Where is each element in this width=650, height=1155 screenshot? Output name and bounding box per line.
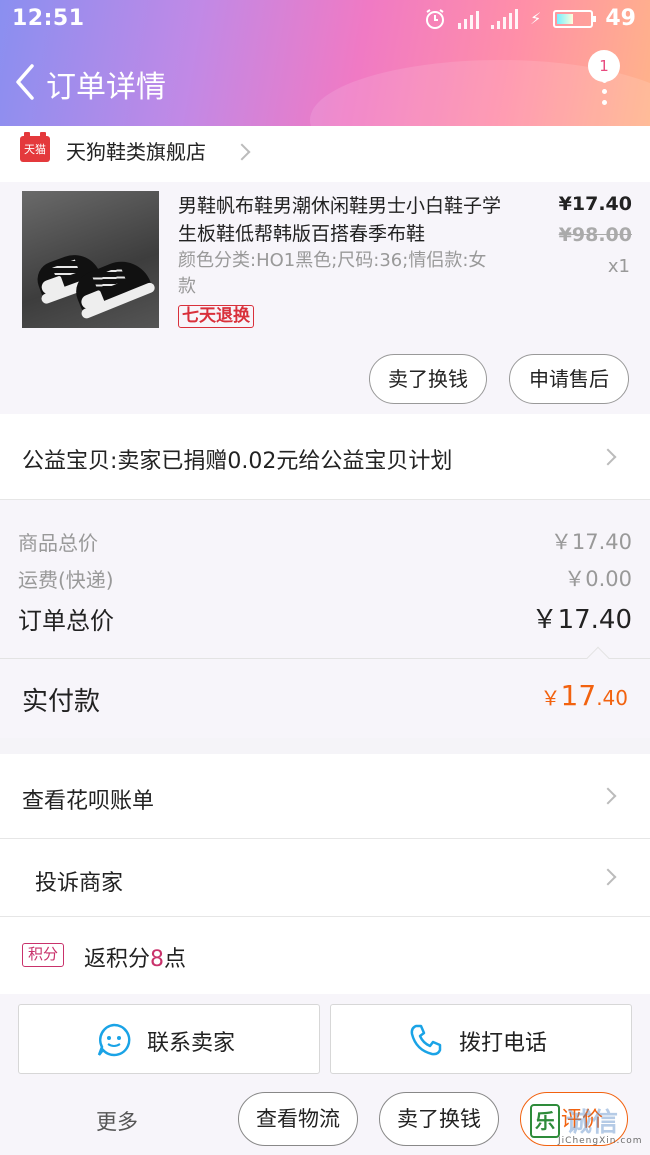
complain-seller-label: 投诉商家	[35, 871, 124, 896]
huabei-bill-row[interactable]: 查看花呗账单	[0, 754, 650, 838]
more-dots-icon	[602, 78, 608, 111]
shipping-label: 运费(快递)	[18, 568, 114, 592]
chat-bubble-icon	[97, 1023, 131, 1057]
view-logistics-button[interactable]: 查看物流	[238, 1092, 358, 1146]
goods-total-value: ￥17.40	[550, 530, 632, 554]
watermark-url: JiChengXin.com	[558, 1136, 643, 1146]
product-price: ¥17.40	[558, 193, 632, 215]
status-icons: ⚡ 49	[424, 6, 636, 31]
navbar: 订单详情 1	[0, 40, 650, 126]
battery-level: 49	[605, 6, 636, 31]
product-original-price: ¥98.00	[558, 224, 632, 246]
more-menu-button[interactable]: 1	[584, 50, 628, 106]
battery-icon	[553, 9, 597, 28]
contact-seller-button[interactable]: 联系卖家	[18, 1004, 320, 1074]
more-button[interactable]: 更多	[96, 1106, 138, 1136]
contact-seller-label: 联系卖家	[147, 1031, 236, 1056]
points-row: 返积分8点	[0, 917, 650, 994]
actual-paid-row: 实付款 ￥17.40	[0, 646, 650, 738]
watermark-text: 诚信	[566, 1108, 619, 1138]
charity-text: 公益宝贝:卖家已捐赠0.02元给公益宝贝计划	[22, 449, 453, 474]
product-quantity: x1	[607, 256, 630, 277]
charity-row[interactable]: 公益宝贝:卖家已捐赠0.02元给公益宝贝计划	[0, 414, 650, 499]
chevron-right-icon	[233, 143, 251, 161]
sell-for-cash-bottom-button[interactable]: 卖了换钱	[379, 1092, 499, 1146]
store-name[interactable]: 天狗鞋类旗舰店	[66, 136, 206, 165]
huabei-bill-label: 查看花呗账单	[22, 789, 155, 814]
alarm-icon	[426, 8, 445, 29]
page-title: 订单详情	[46, 70, 166, 105]
call-phone-button[interactable]: 拨打电话	[330, 1004, 632, 1074]
status-bar: 12:51 ⚡ 49	[0, 0, 650, 40]
points-tag: 积分	[22, 943, 64, 967]
sell-for-cash-button[interactable]: 卖了换钱	[369, 354, 487, 404]
product-title[interactable]: 男鞋帆布鞋男潮休闲鞋男士小白鞋子学生板鞋低帮韩版百搭春季布鞋	[178, 192, 518, 248]
actual-paid-label: 实付款	[22, 687, 101, 717]
header: 12:51 ⚡ 49 订单详情 1	[0, 0, 650, 126]
watermark-logo: 乐	[530, 1104, 560, 1138]
store-row[interactable]: 天猫 天狗鞋类旗舰店	[0, 126, 650, 182]
product-spec: 颜色分类:HO1黑色;尺码:36;情侣款:女款	[178, 250, 487, 297]
wifi-signal-icon	[458, 9, 480, 29]
shipping-value: ￥0.00	[564, 567, 632, 591]
after-sales-button[interactable]: 申请售后	[509, 354, 629, 404]
phone-icon	[410, 1024, 442, 1056]
call-phone-label: 拨打电话	[459, 1031, 548, 1056]
back-arrow-icon[interactable]	[10, 62, 42, 102]
chevron-right-icon	[599, 448, 617, 466]
points-text: 返积分8点	[84, 947, 187, 972]
cell-signal-icon	[491, 8, 519, 29]
status-time: 12:51	[12, 6, 85, 31]
tmall-logo: 天猫	[20, 132, 50, 162]
chevron-right-icon	[599, 787, 617, 805]
seven-day-return-tag: 七天退换	[178, 305, 254, 328]
product-thumbnail[interactable]	[22, 191, 159, 328]
actual-paid-value: ￥17.40	[540, 679, 628, 712]
chevron-right-icon	[599, 868, 617, 886]
price-summary: 商品总价 ￥17.40 运费(快递) ￥0.00 订单总价 ￥17.40	[0, 500, 650, 658]
order-total-label: 订单总价	[18, 607, 114, 635]
goods-total-label: 商品总价	[18, 531, 98, 555]
charging-icon: ⚡	[530, 9, 542, 28]
site-watermark: 乐 诚信 JiChengXin.com	[530, 1102, 648, 1150]
order-total-value: ￥17.40	[531, 605, 632, 635]
complain-seller-row[interactable]: 投诉商家	[0, 839, 650, 916]
